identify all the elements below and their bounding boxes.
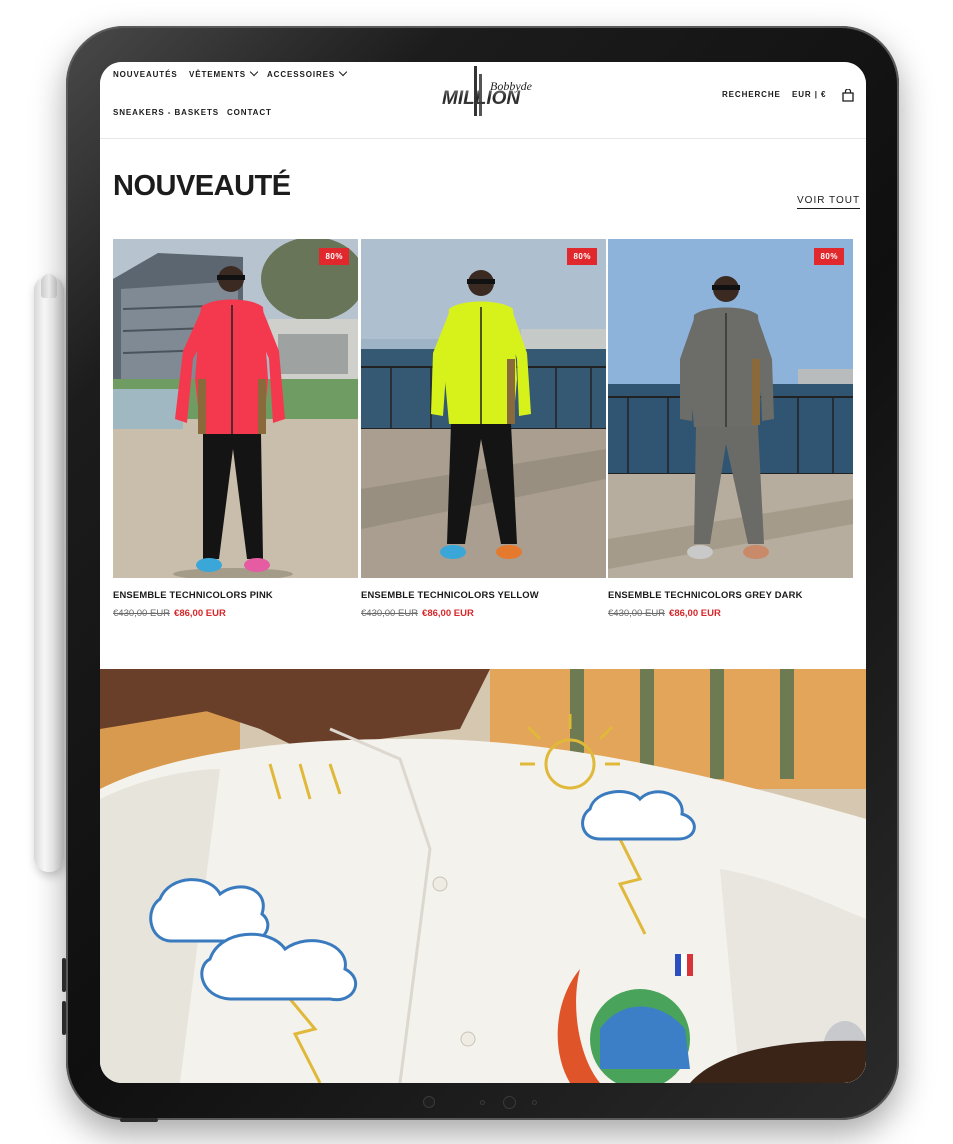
shopping-bag-icon[interactable] bbox=[842, 89, 854, 102]
stylus-tip bbox=[41, 274, 57, 298]
nav-label: VÊTEMENTS bbox=[189, 70, 246, 79]
original-price: €430,00 EUR bbox=[113, 608, 171, 619]
sale-price: €86,00 EUR bbox=[422, 608, 474, 619]
view-all-link[interactable]: VOIR TOUT bbox=[797, 195, 861, 209]
discount-badge: 80% bbox=[567, 248, 597, 265]
product-title[interactable]: ENSEMBLE TECHNICOLORS PINK bbox=[113, 589, 273, 600]
stylus bbox=[34, 274, 64, 872]
nav-label: NOUVEAUTÉS bbox=[113, 70, 178, 79]
nav-label: ACCESSOIRES bbox=[267, 70, 336, 79]
tablet-screen: NOUVEAUTÉS VÊTEMENTS ACCESSOIRES SNEAKER… bbox=[100, 62, 866, 1083]
million-logo[interactable]: MILLION Bobbyde bbox=[442, 64, 532, 122]
site-header: NOUVEAUTÉS VÊTEMENTS ACCESSOIRES SNEAKER… bbox=[100, 62, 866, 139]
volume-button bbox=[62, 1001, 66, 1035]
camera-dot bbox=[532, 1100, 537, 1105]
volume-button bbox=[62, 958, 66, 992]
product-image[interactable]: 80% bbox=[608, 239, 853, 578]
original-price: €430,00 EUR bbox=[608, 608, 666, 619]
sale-price: €86,00 EUR bbox=[174, 608, 226, 619]
camera-array bbox=[423, 1096, 626, 1140]
discount-badge: 80% bbox=[814, 248, 844, 265]
nav-nouveautes[interactable]: NOUVEAUTÉS bbox=[113, 70, 178, 79]
hero-photo-shirt bbox=[100, 669, 866, 1083]
nav-accessoires[interactable]: ACCESSOIRES bbox=[267, 67, 348, 79]
hero-banner[interactable] bbox=[100, 669, 866, 1083]
camera-dot bbox=[480, 1100, 485, 1105]
logo-script: Bobbyde bbox=[490, 79, 532, 93]
product-price: €430,00 EUR €86,00 EUR bbox=[361, 608, 474, 619]
product-price: €430,00 EUR €86,00 EUR bbox=[608, 608, 721, 619]
currency-label: EUR | € bbox=[792, 90, 827, 99]
nav-label: CONTACT bbox=[227, 108, 272, 117]
product-price: €430,00 EUR €86,00 EUR bbox=[113, 608, 226, 619]
camera-dot bbox=[503, 1096, 516, 1109]
nav-vetements[interactable]: VÊTEMENTS bbox=[189, 67, 259, 79]
product-image[interactable]: 80% bbox=[113, 239, 358, 578]
product-image[interactable]: 80% bbox=[361, 239, 606, 578]
product-card[interactable]: 80% ENSEMBLE TECHNICOLORS YELLOW €430,00… bbox=[361, 239, 606, 619]
chevron-down-icon bbox=[338, 67, 348, 77]
currency-selector[interactable]: EUR | € bbox=[792, 90, 826, 99]
product-card[interactable]: 80% ENSEMBLE TECHNICOLORS PINK €430,00 E… bbox=[113, 239, 358, 619]
product-photo-pink bbox=[113, 239, 358, 578]
discount-badge: 80% bbox=[319, 248, 349, 265]
nav-contact[interactable]: CONTACT bbox=[227, 108, 272, 117]
product-photo-grey bbox=[608, 239, 853, 578]
camera-dot bbox=[423, 1096, 435, 1108]
original-price: €430,00 EUR bbox=[361, 608, 419, 619]
search-link[interactable]: RECHERCHE bbox=[722, 90, 781, 99]
chevron-down-icon bbox=[249, 67, 259, 77]
nav-label: SNEAKERS - BASKETS bbox=[113, 108, 219, 117]
product-title[interactable]: ENSEMBLE TECHNICOLORS GREY DARK bbox=[608, 589, 803, 600]
nav-sneakers-baskets[interactable]: SNEAKERS - BASKETS bbox=[113, 108, 219, 117]
product-photo-yellow bbox=[361, 239, 606, 578]
power-button bbox=[120, 1118, 158, 1122]
search-label: RECHERCHE bbox=[722, 90, 781, 99]
product-card[interactable]: 80% ENSEMBLE TECHNICOLORS GREY DARK €430… bbox=[608, 239, 853, 619]
sale-price: €86,00 EUR bbox=[669, 608, 721, 619]
section-title: NOUVEAUTÉ bbox=[113, 170, 291, 202]
product-title[interactable]: ENSEMBLE TECHNICOLORS YELLOW bbox=[361, 589, 539, 600]
